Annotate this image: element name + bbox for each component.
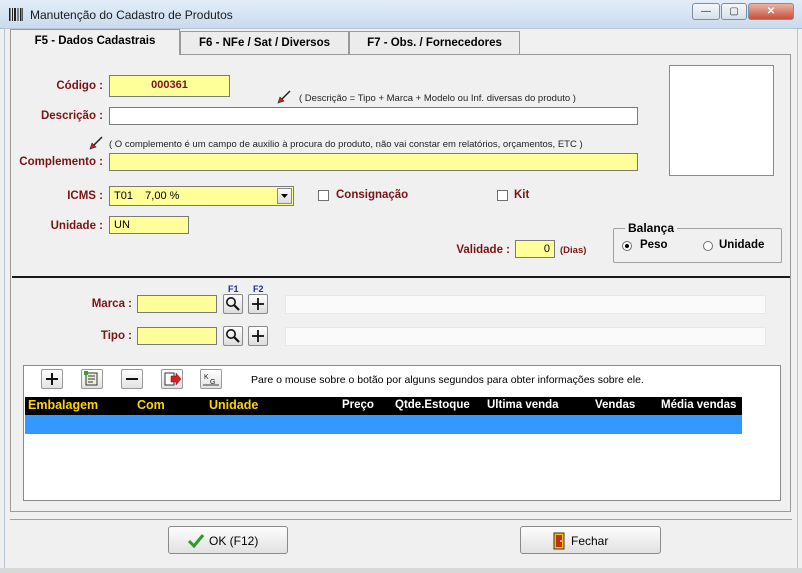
icms-select[interactable]: T01 7,00 %	[109, 186, 294, 206]
minus-icon	[126, 378, 138, 380]
marca-input[interactable]	[137, 295, 217, 313]
col-unidade[interactable]: Unidade	[209, 398, 258, 412]
f1-hint: F1	[228, 284, 239, 294]
plus-icon	[252, 298, 264, 310]
col-embalagem[interactable]: Embalagem	[28, 398, 98, 412]
consignacao-label: Consignação	[336, 189, 409, 201]
consignacao-checkbox[interactable]	[318, 190, 329, 201]
maximize-button[interactable]: ▢	[721, 3, 747, 20]
tab-obs-fornecedores[interactable]: F7 - Obs. / Fornecedores	[349, 31, 520, 55]
product-image-box[interactable]	[669, 65, 774, 176]
complemento-input[interactable]	[109, 153, 638, 171]
grid-edit-button[interactable]	[81, 369, 103, 389]
grid-export-button[interactable]	[161, 369, 183, 389]
plus-icon	[46, 373, 58, 385]
validade-input[interactable]: 0	[515, 240, 555, 258]
ok-button[interactable]: OK (F12)	[168, 526, 288, 554]
validade-unit: (Dias)	[560, 245, 587, 256]
balanca-peso-label: Peso	[640, 239, 668, 251]
col-ultima-venda[interactable]: Ultima venda	[487, 399, 559, 411]
chevron-down-icon[interactable]	[277, 188, 292, 204]
footer-divider	[10, 519, 792, 520]
icms-select-value: T01 7,00 %	[114, 190, 180, 202]
grid-header: Embalagem Com Unidade Preço Qtde.Estoque…	[25, 397, 742, 415]
status-strip	[0, 568, 802, 573]
arrow-pointer-icon	[277, 90, 291, 104]
balanca-unidade-label: Unidade	[719, 239, 765, 251]
barcode-icon	[9, 8, 23, 21]
checkmark-icon	[187, 534, 205, 549]
export-arrow-icon	[164, 372, 182, 386]
grid-remove-button[interactable]	[121, 369, 143, 389]
window-title: Manutenção do Cadastro de Produtos	[30, 8, 233, 22]
unidade-label: Unidade :	[50, 220, 103, 232]
codigo-label: Código :	[56, 80, 103, 92]
table-row-selected[interactable]	[25, 415, 742, 434]
ok-button-label: OK (F12)	[209, 534, 259, 548]
complemento-label: Complemento :	[19, 156, 103, 168]
f2-hint: F2	[253, 284, 264, 294]
title-bar[interactable]: Manutenção do Cadastro de Produtos — ▢ ✕	[0, 0, 802, 29]
minimize-button[interactable]: —	[692, 3, 720, 20]
exit-door-icon	[553, 532, 565, 550]
descricao-label: Descrição :	[40, 110, 103, 122]
balanca-peso-radio[interactable]	[622, 241, 632, 251]
search-icon	[226, 329, 240, 343]
marca-add-button[interactable]	[248, 294, 268, 314]
section-divider	[12, 276, 790, 278]
balanca-unidade-radio[interactable]	[703, 241, 713, 251]
tipo-input[interactable]	[137, 327, 217, 345]
validade-label: Validade :	[456, 244, 510, 256]
col-qtde-estoque[interactable]: Qtde.Estoque	[395, 399, 470, 411]
grid-hint: Pare o mouse sobre o botão por alguns se…	[251, 374, 644, 386]
marca-description	[285, 295, 766, 314]
fechar-button-label: Fechar	[571, 534, 609, 548]
col-vendas[interactable]: Vendas	[595, 399, 635, 411]
tab-dados-cadastrais[interactable]: F5 - Dados Cadastrais	[10, 29, 180, 55]
arrow-pointer-icon	[89, 136, 103, 150]
fechar-button[interactable]: Fechar	[520, 526, 661, 554]
tipo-add-button[interactable]	[248, 326, 268, 346]
kit-checkbox[interactable]	[497, 190, 508, 201]
close-button[interactable]: ✕	[748, 3, 794, 20]
complemento-note: ( O complemento é um campo de auxilio à …	[109, 139, 583, 150]
marca-search-button[interactable]	[223, 294, 243, 314]
unidade-input[interactable]: UN	[109, 216, 189, 234]
kg-icon: KG	[203, 374, 219, 386]
col-com[interactable]: Com	[137, 398, 165, 412]
plus-icon	[252, 330, 264, 342]
tab-nfe-sat-diversos[interactable]: F6 - NFe / Sat / Diversos	[180, 31, 349, 55]
edit-list-icon	[84, 371, 98, 386]
search-icon	[226, 297, 240, 311]
col-preco[interactable]: Preço	[342, 399, 374, 411]
marca-label: Marca :	[91, 298, 132, 310]
tipo-search-button[interactable]	[223, 326, 243, 346]
svg-text:K: K	[204, 374, 209, 381]
icms-label: ICMS :	[67, 190, 103, 202]
col-media-vendas[interactable]: Média vendas	[661, 399, 736, 411]
descricao-input[interactable]	[109, 107, 638, 125]
descricao-note: ( Descrição = Tipo + Marca + Modelo ou I…	[299, 93, 576, 104]
codigo-field[interactable]: 000361	[109, 75, 230, 97]
tipo-label: Tipo :	[100, 330, 132, 342]
balanca-legend: Balança	[625, 221, 678, 235]
tipo-description	[285, 327, 766, 346]
grid-kg-button[interactable]: KG	[200, 369, 222, 389]
kit-label: Kit	[514, 189, 530, 201]
grid-add-button[interactable]	[41, 369, 63, 389]
